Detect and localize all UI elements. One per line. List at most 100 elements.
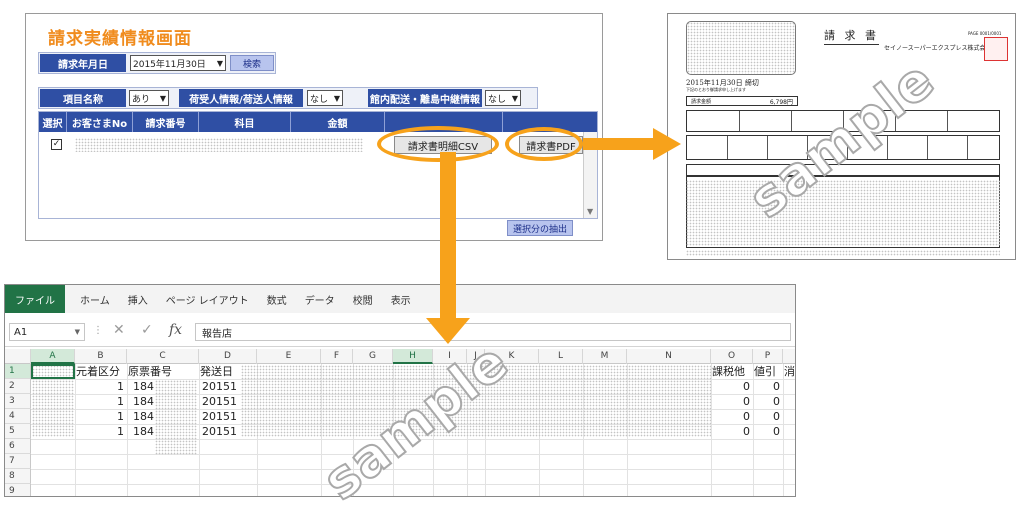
cancel-entry-icon[interactable]: ✕ [113, 322, 125, 338]
results-grid: 選択 お客さまNo 請求番号 科目 金額 ✓ 請求書明細CSV 請求書PDF ▼ [38, 111, 598, 219]
island-relay-select[interactable]: なし ▼ [485, 90, 521, 106]
tab-home[interactable]: ホーム [71, 285, 119, 313]
shipper-info-value: なし [310, 94, 329, 105]
cell-d4[interactable]: 20151 [200, 409, 237, 424]
billing-date-select[interactable]: 2015年11月30日 ▼ [130, 55, 226, 71]
cell-c2[interactable]: 184 [133, 379, 155, 394]
column-header-a[interactable]: A [31, 349, 75, 364]
column-header-amount: 金額 [291, 112, 385, 132]
cell-o1[interactable]: 課税他 [712, 364, 753, 379]
page-title: 請求実績情報画面 [48, 29, 192, 49]
column-header-invoice-no: 請求番号 [133, 112, 199, 132]
cell-c1[interactable]: 原票番号 [128, 364, 198, 379]
ribbon-tabs: ファイル ホーム 挿入 ページ レイアウト 数式 データ 校閲 表示 [5, 285, 795, 313]
row-header-7[interactable]: 7 [5, 454, 31, 469]
row-header-5[interactable]: 5 [5, 424, 31, 439]
cell-b2[interactable]: 1 [76, 379, 124, 394]
column-header-g[interactable]: G [353, 349, 393, 364]
column-header-p[interactable]: P [753, 349, 783, 364]
billing-date-label: 請求年月日 [40, 54, 126, 72]
column-header-d[interactable]: D [199, 349, 257, 364]
invoice-amount: 6,798円 [769, 98, 793, 106]
row-header-1[interactable]: 1 [5, 364, 31, 379]
row-header-9[interactable]: 9 [5, 484, 31, 496]
row-header-3[interactable]: 3 [5, 394, 31, 409]
cell-d5[interactable]: 20151 [200, 424, 237, 439]
shipper-info-select[interactable]: なし ▼ [307, 90, 343, 106]
arrow-right-icon [583, 128, 681, 160]
active-cell-a1[interactable] [31, 364, 75, 379]
cell-o5[interactable]: 0 [712, 424, 750, 439]
column-header-e[interactable]: E [257, 349, 321, 364]
options-row: 項目名称 あり ▼ 荷受人情報/荷送人情報 なし ▼ 館内配送・離島中継情報 な… [38, 87, 538, 109]
cell-b3[interactable]: 1 [76, 394, 124, 409]
cell-d3[interactable]: 20151 [200, 394, 237, 409]
cell-b4[interactable]: 1 [76, 409, 124, 424]
billing-date-value: 2015年11月30日 [133, 59, 206, 70]
scroll-down-icon[interactable]: ▼ [587, 207, 593, 216]
insert-function-icon[interactable]: fx [169, 322, 182, 338]
row-header-6[interactable]: 6 [5, 439, 31, 454]
search-button[interactable]: 検索 [230, 55, 274, 71]
row-header-8[interactable]: 8 [5, 469, 31, 484]
cell-p3[interactable]: 0 [754, 394, 780, 409]
cell-o4[interactable]: 0 [712, 409, 750, 424]
column-header-o[interactable]: O [711, 349, 753, 364]
column-header-m[interactable]: M [583, 349, 627, 364]
cell-p1[interactable]: 値引 [754, 364, 783, 379]
column-headers: A B C D E F G H I J K L M N O P [5, 349, 795, 364]
confirm-entry-icon[interactable]: ✓ [141, 322, 153, 338]
tab-insert[interactable]: 挿入 [119, 285, 157, 313]
cell-p5[interactable]: 0 [754, 424, 780, 439]
cell-c3[interactable]: 184 [133, 394, 155, 409]
island-relay-value: なし [488, 94, 507, 105]
chevron-down-icon: ▼ [216, 58, 224, 68]
select-all-corner[interactable] [5, 349, 31, 364]
tab-view[interactable]: 表示 [382, 285, 420, 313]
tab-file[interactable]: ファイル [5, 285, 65, 313]
billing-date-row: 請求年月日 2015年11月30日 ▼ 検索 [38, 52, 276, 74]
redacted-row-data [75, 138, 363, 152]
formula-input[interactable]: 報告店 [195, 323, 791, 341]
column-header-n[interactable]: N [627, 349, 711, 364]
cell-c5[interactable]: 184 [133, 424, 155, 439]
tab-data[interactable]: データ [296, 285, 344, 313]
item-name-select[interactable]: あり ▼ [129, 90, 169, 106]
row-header-2[interactable]: 2 [5, 379, 31, 394]
column-header-f[interactable]: F [321, 349, 353, 364]
billing-records-panel: 請求実績情報画面 請求年月日 2015年11月30日 ▼ 検索 項目名称 あり … [25, 13, 603, 241]
column-header-b[interactable]: B [75, 349, 127, 364]
name-box[interactable]: A1 ▼ [9, 323, 85, 341]
chevron-down-icon: ▼ [511, 93, 519, 103]
cell-d2[interactable]: 20151 [200, 379, 237, 394]
invoice-page-number: PAGE 0001/0001 [968, 31, 1002, 36]
company-seal [984, 37, 1008, 61]
column-header-h[interactable]: H [393, 349, 433, 364]
column-header-c[interactable]: C [127, 349, 199, 364]
invoice-note: 下記のとおり御請求申し上げます [686, 87, 746, 92]
formula-bar-grip-icon: ⋮ [93, 325, 103, 336]
row-header-4[interactable]: 4 [5, 409, 31, 424]
arrow-down-icon [426, 152, 470, 344]
island-relay-label: 館内配送・離島中継情報 [368, 89, 482, 107]
cell-p2[interactable]: 0 [754, 379, 780, 394]
tab-page-layout[interactable]: ページ レイアウト [157, 285, 258, 313]
cell-p4[interactable]: 0 [754, 409, 780, 424]
column-header-select: 選択 [39, 112, 67, 132]
cell-c4[interactable]: 184 [133, 409, 155, 424]
cell-b1[interactable]: 元着区分 [76, 364, 127, 379]
formula-bar: A1 ▼ ⋮ ✕ ✓ fx 報告店 [5, 313, 795, 347]
tab-formulas[interactable]: 数式 [258, 285, 296, 313]
column-header-q[interactable] [783, 349, 795, 364]
cell-o2[interactable]: 0 [712, 379, 750, 394]
chevron-down-icon: ▼ [333, 93, 341, 103]
tab-review[interactable]: 校閲 [344, 285, 382, 313]
cell-o3[interactable]: 0 [712, 394, 750, 409]
extract-selected-button[interactable]: 選択分の抽出 [507, 220, 573, 236]
cell-b5[interactable]: 1 [76, 424, 124, 439]
row-select-checkbox[interactable]: ✓ [51, 139, 62, 150]
cell-q1[interactable]: 消 [784, 364, 795, 379]
column-header-l[interactable]: L [539, 349, 583, 364]
item-name-value: あり [132, 94, 151, 105]
cell-d1[interactable]: 発送日 [200, 364, 256, 379]
